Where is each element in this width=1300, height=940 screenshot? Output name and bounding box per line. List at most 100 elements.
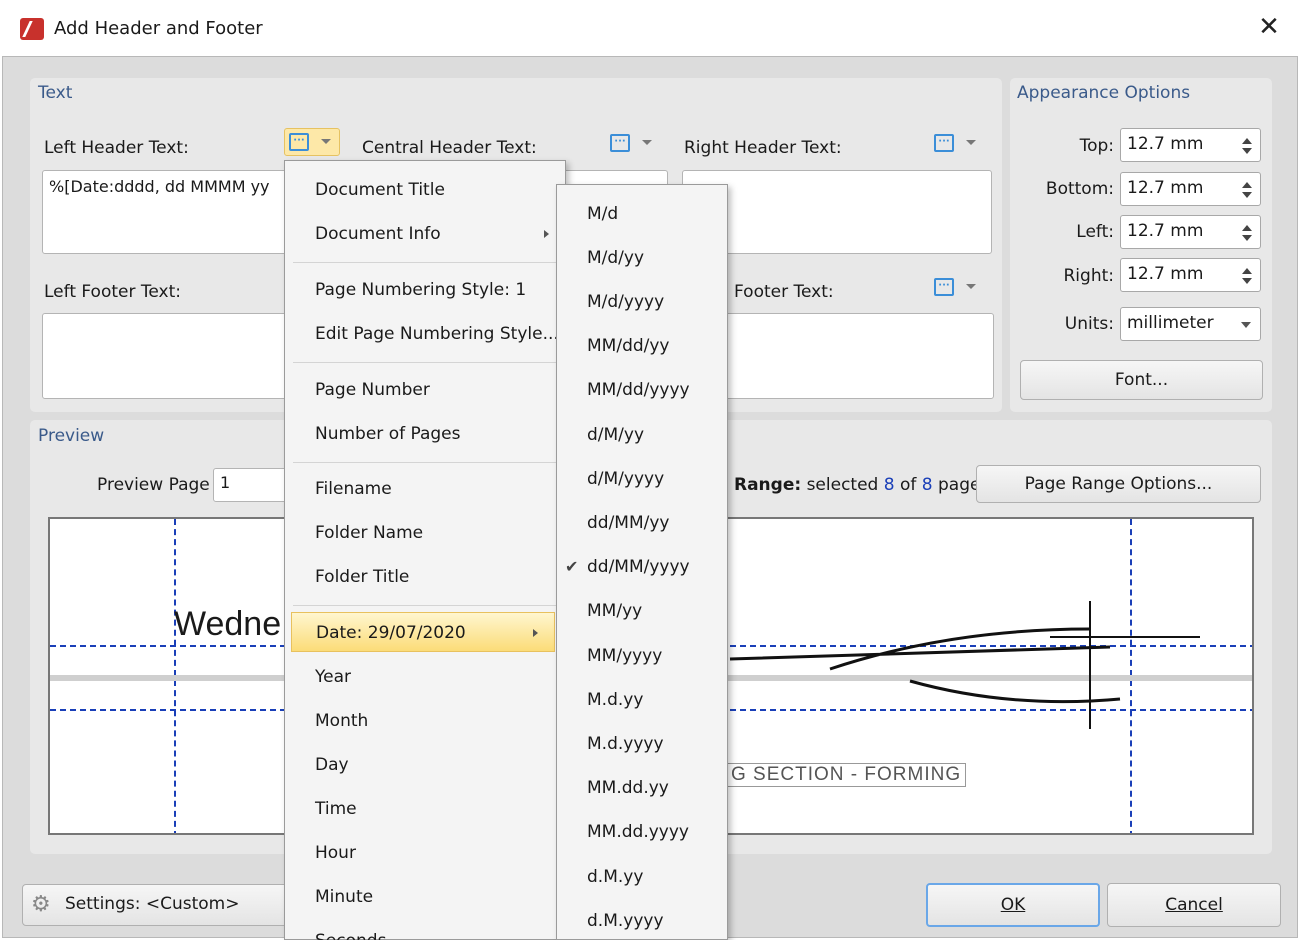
macro-icon: ··· xyxy=(289,133,309,151)
drawing-label: G SECTION - FORMING xyxy=(726,763,967,787)
font-button[interactable]: Font... xyxy=(1020,360,1263,400)
menu-separator xyxy=(293,362,557,363)
chevron-right-icon xyxy=(544,230,549,238)
date-format-submenu: M/d M/d/yy M/d/yyyy MM/dd/yy MM/dd/yyyy … xyxy=(556,184,728,940)
bottom-margin-value: 12.7 mm xyxy=(1127,178,1204,198)
date-format-item[interactable]: d.M.yy xyxy=(557,857,727,897)
units-select[interactable]: millimeter xyxy=(1120,307,1261,341)
menu-separator xyxy=(293,605,557,606)
top-margin-stepper[interactable]: 12.7 mm xyxy=(1120,128,1261,162)
range-total-count: 8 xyxy=(921,475,933,495)
macro-icon: ··· xyxy=(934,134,954,152)
window-title: Add Header and Footer xyxy=(54,18,263,39)
left-header-macro-button[interactable]: ··· xyxy=(284,128,340,156)
appearance-group-title: Appearance Options xyxy=(1017,83,1191,103)
menu-item-filename[interactable]: Filename xyxy=(285,469,565,509)
app-logo-icon xyxy=(20,18,44,40)
menu-item-minute[interactable]: Minute xyxy=(285,877,565,917)
top-margin-value: 12.7 mm xyxy=(1127,134,1204,154)
date-format-item[interactable]: MM/dd/yyyy xyxy=(557,370,727,410)
right-header-label: Right Header Text: xyxy=(684,138,842,158)
date-format-item[interactable]: MM/yy xyxy=(557,591,727,631)
right-footer-label: Footer Text: xyxy=(734,282,834,302)
menu-item-folder-title[interactable]: Folder Title xyxy=(285,557,565,597)
right-footer-macro-button[interactable]: ··· xyxy=(930,274,986,302)
menu-item-date[interactable]: Date: 29/07/2020 xyxy=(291,612,555,652)
menu-item-document-title[interactable]: Document Title xyxy=(285,170,565,210)
date-format-item[interactable]: M.d.yyyy xyxy=(557,724,727,764)
menu-item-day[interactable]: Day xyxy=(285,745,565,785)
date-format-item[interactable]: M.d.yy xyxy=(557,680,727,720)
chevron-down-icon xyxy=(321,139,331,144)
menu-item-year[interactable]: Year xyxy=(285,657,565,697)
menu-item-time[interactable]: Time xyxy=(285,789,565,829)
date-format-item[interactable]: MM/dd/yy xyxy=(557,326,727,366)
chevron-down-icon xyxy=(1241,322,1251,328)
menu-separator xyxy=(293,462,557,463)
left-header-label: Left Header Text: xyxy=(44,138,189,158)
date-format-item[interactable]: d.M.yyyy xyxy=(557,901,727,940)
settings-label: Settings: <Custom> xyxy=(65,894,240,914)
macro-menu: Document Title Document Info Page Number… xyxy=(284,160,566,940)
title-bar: Add Header and Footer ✕ xyxy=(0,0,1300,56)
cancel-button[interactable]: Cancel xyxy=(1107,883,1281,927)
date-format-item[interactable]: M/d xyxy=(557,194,727,234)
menu-item-month[interactable]: Month xyxy=(285,701,565,741)
macro-icon: ··· xyxy=(610,134,630,152)
central-header-macro-button[interactable]: ··· xyxy=(606,130,662,158)
menu-item-document-info[interactable]: Document Info xyxy=(285,214,565,254)
chevron-down-icon xyxy=(642,140,652,145)
chevron-down-icon xyxy=(966,284,976,289)
chevron-right-icon xyxy=(533,629,538,637)
date-format-item[interactable]: MM.dd.yy xyxy=(557,768,727,808)
right-header-input[interactable] xyxy=(682,170,992,254)
preview-group-title: Preview xyxy=(38,426,105,446)
right-label: Right: xyxy=(1063,266,1115,286)
menu-item-hour[interactable]: Hour xyxy=(285,833,565,873)
settings-button[interactable]: ⚙ Settings: <Custom> xyxy=(22,884,302,926)
top-label: Top: xyxy=(1079,136,1114,156)
left-label: Left: xyxy=(1076,222,1114,242)
right-header-macro-button[interactable]: ··· xyxy=(930,130,986,158)
bottom-label: Bottom: xyxy=(1045,179,1114,199)
date-format-item[interactable]: dd/MM/yy xyxy=(557,503,727,543)
menu-item-page-numbering-style[interactable]: Page Numbering Style: 1 xyxy=(285,270,565,310)
menu-item-edit-page-numbering-style[interactable]: Edit Page Numbering Style... xyxy=(285,314,565,354)
menu-item-number-of-pages[interactable]: Number of Pages xyxy=(285,414,565,454)
date-format-item[interactable]: d/M/yy xyxy=(557,415,727,455)
units-value: millimeter xyxy=(1127,313,1214,333)
checkmark-icon: ✔ xyxy=(565,557,579,576)
left-margin-stepper[interactable]: 12.7 mm xyxy=(1120,215,1261,249)
range-of: of xyxy=(894,475,922,495)
range-selected-count: 8 xyxy=(883,475,895,495)
preview-page-label: Preview Page xyxy=(97,475,210,495)
text-group-title: Text xyxy=(38,83,73,103)
ok-button[interactable]: OK xyxy=(926,883,1100,927)
menu-separator xyxy=(293,262,557,263)
right-margin-value: 12.7 mm xyxy=(1127,264,1204,284)
page-range-options-button[interactable]: Page Range Options... xyxy=(976,465,1261,503)
menu-item-label: Date: 29/07/2020 xyxy=(316,623,466,643)
macro-icon: ··· xyxy=(934,278,954,296)
menu-item-label: Document Info xyxy=(315,224,441,244)
menu-item-page-number[interactable]: Page Number xyxy=(285,370,565,410)
central-header-label: Central Header Text: xyxy=(362,138,537,158)
date-format-item[interactable]: d/M/yyyy xyxy=(557,459,727,499)
left-footer-label: Left Footer Text: xyxy=(44,282,181,302)
right-margin-stepper[interactable]: 12.7 mm xyxy=(1120,258,1261,292)
date-format-item[interactable]: M/d/yy xyxy=(557,238,727,278)
chevron-down-icon xyxy=(966,140,976,145)
date-format-label: dd/MM/yyyy xyxy=(587,557,690,577)
date-format-item[interactable]: M/d/yyyy xyxy=(557,282,727,322)
menu-item-folder-name[interactable]: Folder Name xyxy=(285,513,565,553)
bottom-margin-stepper[interactable]: 12.7 mm xyxy=(1120,172,1261,206)
right-footer-input[interactable] xyxy=(682,313,994,399)
page-range-text: Range: selected 8 of 8 pages xyxy=(734,475,989,495)
date-format-item-checked[interactable]: ✔ dd/MM/yyyy xyxy=(557,547,727,587)
date-format-item[interactable]: MM.dd.yyyy xyxy=(557,812,727,852)
gear-icon: ⚙ xyxy=(31,892,51,917)
date-format-item[interactable]: MM/yyyy xyxy=(557,636,727,676)
close-icon[interactable]: ✕ xyxy=(1254,12,1284,42)
units-label: Units: xyxy=(1064,314,1114,334)
menu-item-seconds[interactable]: Seconds xyxy=(285,921,565,940)
